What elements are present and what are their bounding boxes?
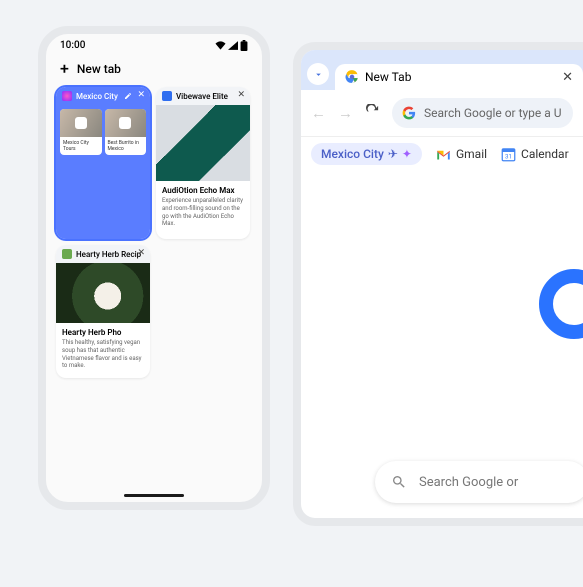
card-body: AudiOtion Echo Max Experience unparallel… xyxy=(156,181,250,236)
search-icon xyxy=(391,474,407,490)
bookmark-gmail[interactable]: Gmail xyxy=(436,147,487,162)
battery-icon xyxy=(240,40,248,51)
home-indicator[interactable] xyxy=(124,494,184,497)
reload-icon xyxy=(365,104,380,119)
gmail-icon xyxy=(436,147,451,162)
omnibox[interactable]: Search Google or type a U xyxy=(392,98,573,128)
card-description: This healthy, satisfying vegan soup has … xyxy=(62,339,144,370)
browser-frame: New Tab ✕ ← → Search Google or type a U … xyxy=(293,42,583,526)
close-icon[interactable]: ✕ xyxy=(237,90,245,100)
list-item: Best Burrito in Mexico xyxy=(105,109,147,155)
plus-icon: + xyxy=(60,61,69,77)
tab-search-button[interactable] xyxy=(307,63,329,85)
card-body: Hearty Herb Pho This healthy, satisfying… xyxy=(56,323,150,378)
tab-card-vibewave[interactable]: Vibewave Elite ✕ AudiOtion Echo Max Expe… xyxy=(156,87,250,239)
chrome-newtab-icon xyxy=(345,70,359,84)
card-description: Experience unparalleled clarity and room… xyxy=(162,197,244,228)
close-icon[interactable]: ✕ xyxy=(137,90,145,100)
card-title: Mexico City xyxy=(76,92,118,101)
card-body: Mexico City Tours Best Burrito in Mexico xyxy=(56,105,150,239)
favicon-icon xyxy=(62,249,72,259)
tab-card-hearty-herb[interactable]: Hearty Herb Recip ✕ Hearty Herb Pho This… xyxy=(56,245,150,378)
card-tab-title: Vibewave Elite xyxy=(176,92,228,101)
card-header: Hearty Herb Recip ✕ xyxy=(56,245,150,263)
page-content: Search Google or xyxy=(301,173,583,526)
svg-text:31: 31 xyxy=(505,152,512,160)
close-icon[interactable]: ✕ xyxy=(137,248,145,258)
tab-cards-grid: Mexico City ✕ Mexico City Tours Best Bur… xyxy=(46,87,262,378)
new-tab-label: New tab xyxy=(77,62,121,76)
thumbnail xyxy=(60,109,102,137)
card-tab-title: Hearty Herb Recip xyxy=(76,250,141,259)
card-title: Hearty Herb Pho xyxy=(62,328,144,337)
card-title: AudiOtion Echo Max xyxy=(162,186,244,195)
bookmark-calendar[interactable]: 31 Calendar xyxy=(501,147,569,162)
signal-icon xyxy=(228,41,238,50)
clock: 10:00 xyxy=(60,40,85,51)
tab-card-mexico-city[interactable]: Mexico City ✕ Mexico City Tours Best Bur… xyxy=(56,87,150,239)
favicon-icon xyxy=(62,91,72,101)
phone-frame: 10:00 + New tab Mexico City ✕ Mexico C xyxy=(38,26,270,510)
bookmark-chip-mexico-city[interactable]: Mexico City ✈︎ ✦ xyxy=(311,143,422,165)
thumbnail xyxy=(156,105,250,181)
status-icons xyxy=(215,40,248,51)
reload-button[interactable] xyxy=(365,104,380,123)
thumbnail xyxy=(105,109,147,137)
bookmarks-bar: Mexico City ✈︎ ✦ Gmail 31 Calendar xyxy=(301,137,583,173)
list-item: Mexico City Tours xyxy=(60,109,102,155)
close-icon[interactable]: ✕ xyxy=(562,70,573,85)
bookmark-label: Gmail xyxy=(456,147,487,161)
calendar-icon: 31 xyxy=(501,147,516,162)
forward-button[interactable]: → xyxy=(338,104,353,122)
tile-caption: Mexico City Tours xyxy=(60,137,102,155)
search-placeholder: Search Google or xyxy=(419,475,518,490)
tab-strip: New Tab ✕ xyxy=(301,50,583,90)
favicon-icon xyxy=(162,91,172,101)
tab-label: New Tab xyxy=(365,70,411,84)
google-logo-partial xyxy=(539,269,583,339)
wifi-icon xyxy=(215,41,226,50)
new-tab-button[interactable]: + New tab xyxy=(46,55,262,87)
airplane-icon: ✈︎ xyxy=(388,147,398,161)
card-header: Vibewave Elite ✕ xyxy=(156,87,250,105)
status-bar: 10:00 xyxy=(46,34,262,55)
card-header: Mexico City ✕ xyxy=(56,87,150,105)
toolbar: ← → Search Google or type a U xyxy=(301,90,583,137)
bookmark-label: Mexico City xyxy=(321,147,384,161)
tile-caption: Best Burrito in Mexico xyxy=(105,137,147,155)
bookmark-label: Calendar xyxy=(521,147,569,161)
search-box[interactable]: Search Google or xyxy=(375,461,583,503)
thumbnail xyxy=(56,263,150,323)
browser-tab[interactable]: New Tab ✕ xyxy=(335,64,583,90)
omnibox-placeholder: Search Google or type a U xyxy=(424,106,562,120)
edit-icon xyxy=(124,92,132,100)
google-g-icon xyxy=(402,106,416,120)
sparkle-icon: ✦ xyxy=(402,147,412,161)
back-button[interactable]: ← xyxy=(311,104,326,122)
chevron-down-icon xyxy=(313,69,324,80)
